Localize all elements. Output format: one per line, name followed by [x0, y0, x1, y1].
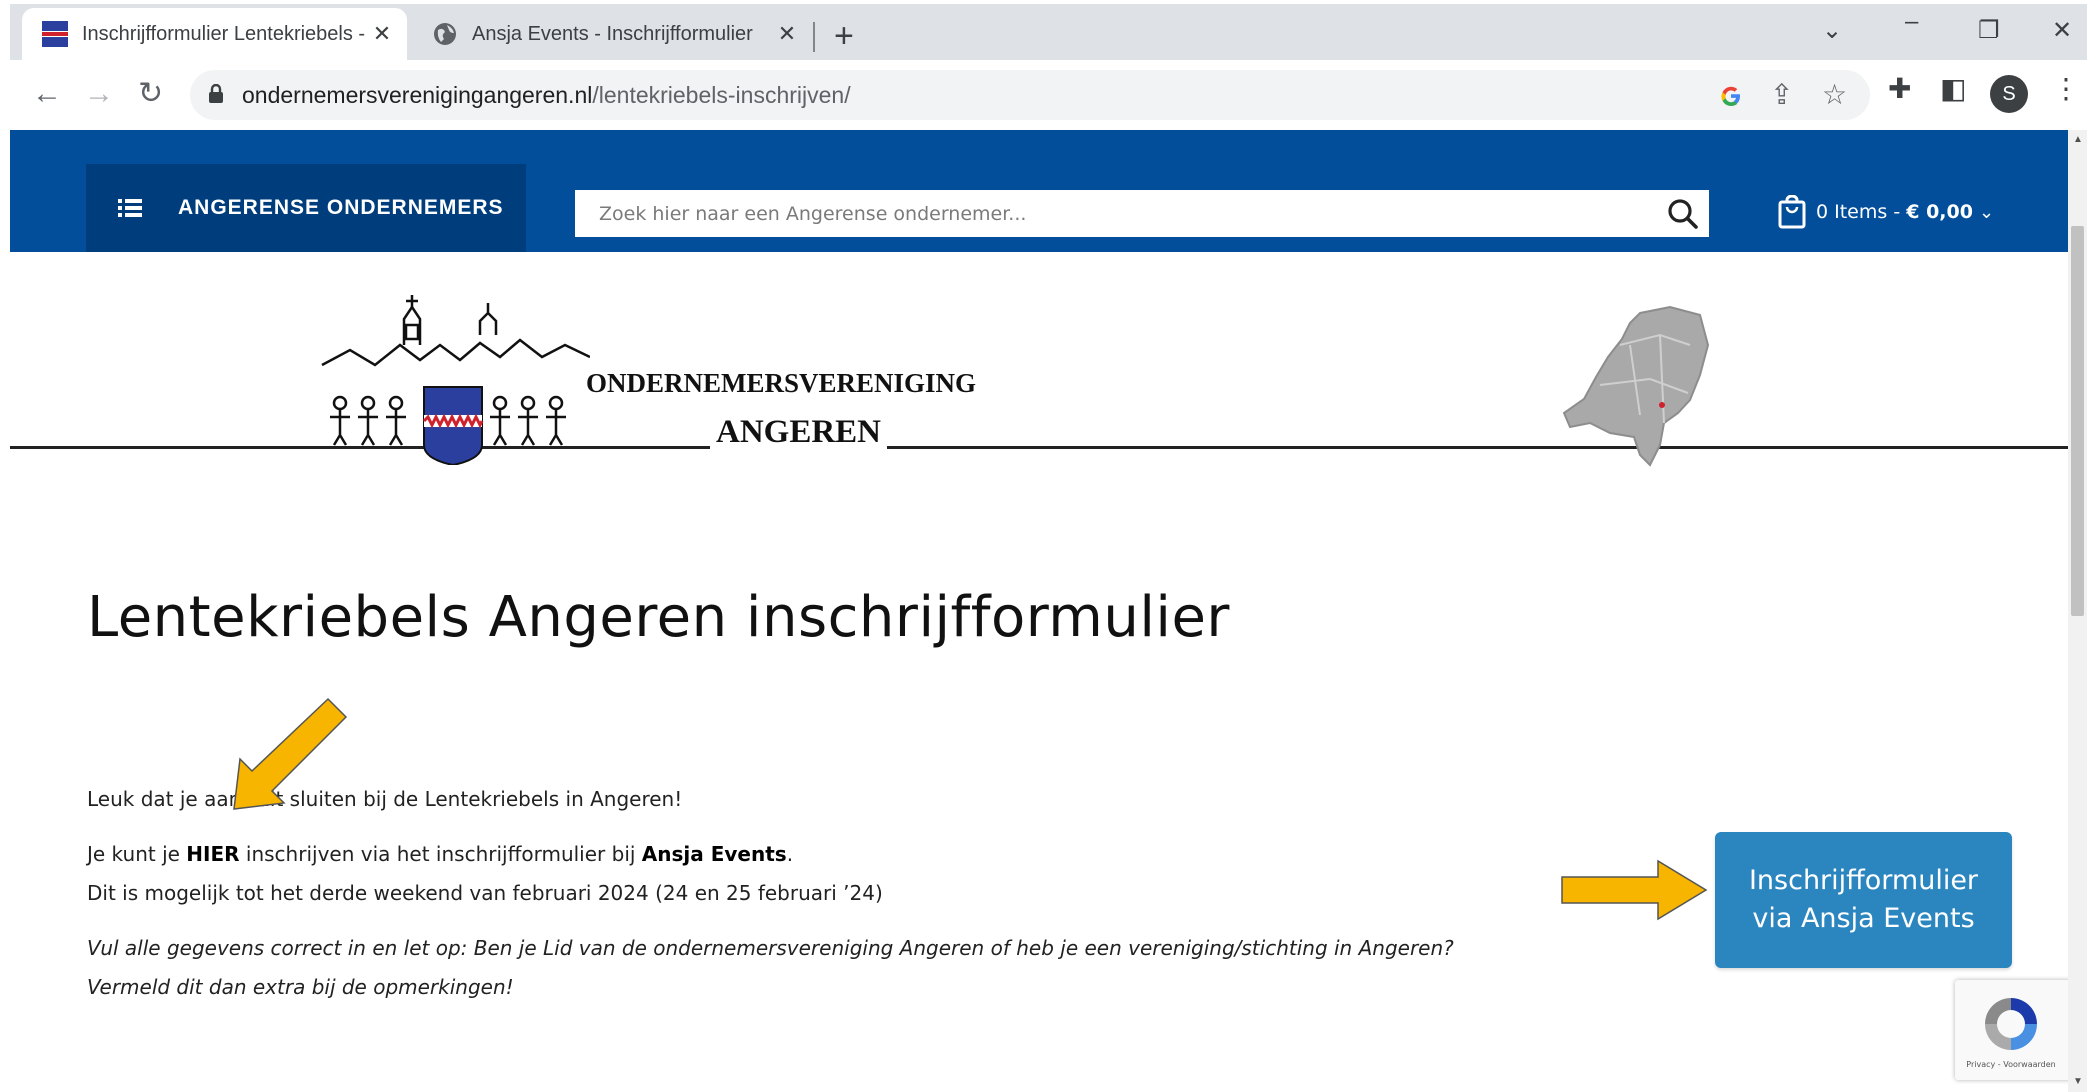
- lock-icon[interactable]: [208, 84, 224, 104]
- back-icon[interactable]: ←: [32, 76, 62, 112]
- search-icon[interactable]: [1667, 198, 1699, 230]
- bookmark-star-icon[interactable]: ☆: [1822, 78, 1847, 111]
- intro-text: Leuk dat je aansluit sluiten bij de Lent…: [87, 787, 683, 811]
- diagonal-arrow-annotation-icon: [233, 697, 348, 810]
- tab-strip: Inschrijfformulier Lentekriebels - ✕ Ans…: [10, 4, 2087, 60]
- search-input[interactable]: [575, 190, 1645, 237]
- cta-line2: via Ansja Events: [1752, 903, 1975, 934]
- new-tab-button[interactable]: +: [834, 16, 854, 56]
- restore-icon[interactable]: ❐: [1978, 16, 2000, 45]
- ansja-events-link[interactable]: Ansja Events: [642, 842, 787, 866]
- ovangeren-logo[interactable]: [320, 295, 590, 465]
- more-menu-icon[interactable]: ⋮: [2052, 72, 2080, 105]
- tab-title: Ansja Events - Inschrijfformulier: [472, 22, 753, 45]
- chevron-down-icon: ⌄: [1978, 201, 1995, 223]
- address-bar[interactable]: ondernemersverenigingangeren.nl/lentekri…: [190, 70, 1870, 120]
- url-path: /lentekriebels-inschrijven/: [592, 82, 851, 108]
- page-scrollbar[interactable]: ▲ ▼: [2068, 130, 2087, 1092]
- netherlands-map-icon: [1562, 305, 1710, 467]
- shopping-bag-icon: [1778, 195, 1806, 229]
- member-note-text: Vul alle gegevens correct in en let op: …: [87, 936, 1454, 960]
- side-panel-icon[interactable]: ◧: [1940, 72, 1966, 105]
- search-box: [575, 190, 1709, 237]
- tab-search-icon[interactable]: ⌄: [1822, 16, 1842, 45]
- extensions-icon[interactable]: ✚: [1888, 72, 1911, 105]
- globe-icon: [434, 23, 456, 45]
- reload-icon[interactable]: ↻: [138, 76, 163, 112]
- register-text-a: Je kunt je: [87, 842, 187, 866]
- cta-line1: Inschrijfformulier: [1748, 865, 1979, 896]
- list-menu-icon: [118, 199, 142, 217]
- close-tab-icon[interactable]: ✕: [367, 21, 397, 47]
- remarks-note-text: Vermeld dit dan extra bij de opmerkingen…: [87, 975, 514, 999]
- url-domain: ondernemersverenigingangeren.nl: [242, 82, 593, 108]
- profile-avatar[interactable]: S: [1990, 75, 2028, 113]
- right-arrow-annotation-icon: [1561, 859, 1708, 921]
- register-text-e: .: [786, 842, 794, 866]
- close-tab-icon[interactable]: ✕: [772, 21, 802, 47]
- scroll-up-icon[interactable]: ▲: [2073, 134, 2083, 145]
- scroll-down-icon[interactable]: ▼: [2073, 1076, 2083, 1087]
- ansja-events-form-button[interactable]: Inschrijfformulier via Ansja Events: [1715, 832, 2012, 968]
- logo-text-line1: ONDERNEMERSVERENIGING: [586, 368, 977, 398]
- cart-items-label: 0 Items -: [1816, 201, 1901, 223]
- recaptcha-icon: [1985, 998, 2037, 1050]
- logo-divider-line: [10, 446, 2070, 449]
- deadline-text: Dit is mogelijk tot het derde weekend va…: [87, 881, 883, 905]
- categories-label: ANGERENSE ONDERNEMERS: [178, 196, 504, 219]
- scrollbar-thumb[interactable]: [2071, 226, 2084, 616]
- tab-separator: [813, 22, 815, 52]
- logo-text-line2: ANGEREN: [710, 414, 888, 451]
- minimize-icon[interactable]: –: [1905, 8, 1918, 36]
- register-text: Je kunt je HIER inschrijven via het insc…: [87, 842, 793, 866]
- recaptcha-links[interactable]: Privacy - Voorwaarden: [1961, 1060, 2061, 1069]
- google-translate-icon[interactable]: [1720, 85, 1742, 107]
- recaptcha-badge[interactable]: Privacy - Voorwaarden: [1955, 980, 2070, 1080]
- web-page: ANGERENSE ONDERNEMERS 0 Items - € 0,00⌄: [10, 130, 2070, 1092]
- ovangeren-favicon-icon: [42, 21, 68, 47]
- cart-total: € 0,00: [1906, 201, 1973, 223]
- site-header: ANGERENSE ONDERNEMERS 0 Items - € 0,00⌄: [10, 130, 2070, 252]
- tab-lentekriebels[interactable]: Inschrijfformulier Lentekriebels - ✕: [22, 8, 407, 60]
- page-title: Lentekriebels Angeren inschrijfformulier: [87, 585, 1230, 650]
- cart-widget[interactable]: 0 Items - € 0,00 ⌄: [1778, 192, 1994, 232]
- share-icon[interactable]: ⇪: [1770, 78, 1793, 111]
- hier-link[interactable]: HIER: [186, 842, 239, 866]
- tab-ansja-events[interactable]: Ansja Events - Inschrijfformulier ✕: [412, 8, 812, 60]
- register-text-c: inschrijven via het inschrijfformulier b…: [239, 842, 642, 866]
- categories-menu-button[interactable]: ANGERENSE ONDERNEMERS: [86, 164, 526, 252]
- close-window-icon[interactable]: ✕: [2052, 16, 2072, 45]
- forward-icon[interactable]: →: [84, 76, 114, 112]
- browser-chrome: Inschrijfformulier Lentekriebels - ✕ Ans…: [0, 0, 2087, 130]
- tab-title: Inschrijfformulier Lentekriebels -: [82, 22, 366, 45]
- browser-toolbar: ← → ↻ ondernemersverenigingangeren.nl/le…: [0, 60, 2087, 130]
- url-text[interactable]: ondernemersverenigingangeren.nl/lentekri…: [242, 82, 851, 109]
